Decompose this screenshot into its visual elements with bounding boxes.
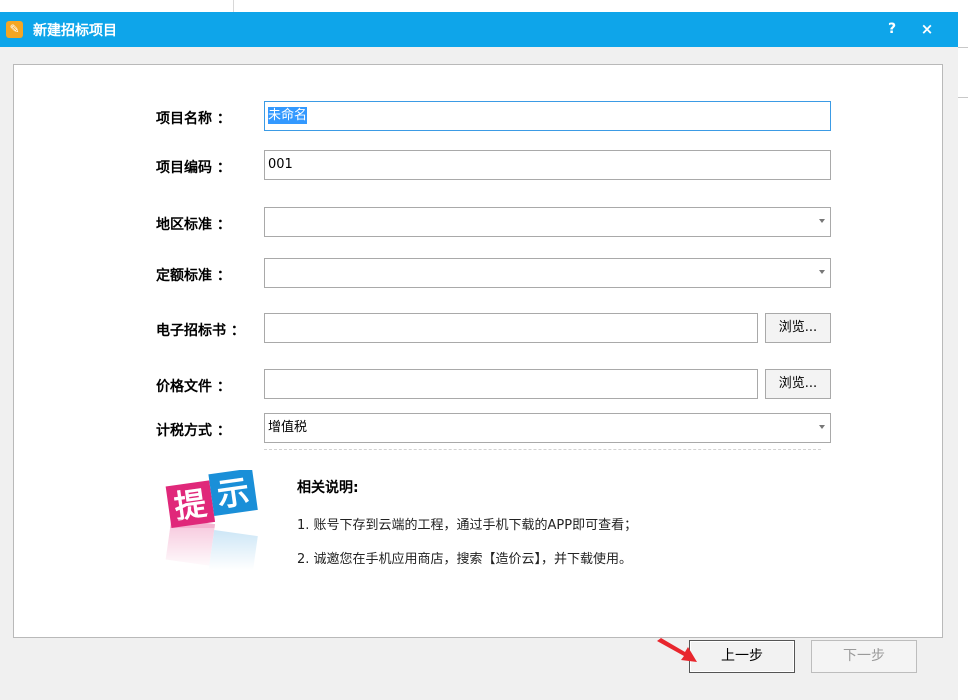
prev-step-button[interactable]: 上一步 (689, 640, 795, 673)
quota-standard-label: 定额标准 ： (156, 268, 231, 284)
quota-standard-select[interactable] (264, 258, 831, 288)
chevron-down-icon (819, 270, 825, 274)
project-name-label: 项目名称 ： (156, 111, 231, 127)
tender-doc-label: 电子招标书 ： (156, 323, 245, 339)
close-button[interactable]: × (917, 18, 937, 40)
dialog-title: 新建招标项目 (33, 23, 117, 39)
tax-method-label: 计税方式 ： (156, 423, 231, 439)
tip-image-text-2: 示 (215, 472, 252, 514)
section-divider (264, 449, 821, 450)
region-standard-label: 地区标准 ： (156, 217, 231, 233)
tender-doc-browse-button[interactable]: 浏览... (765, 313, 831, 343)
tax-method-select[interactable]: 增值税 (264, 413, 831, 443)
chevron-down-icon (819, 425, 825, 429)
project-code-label: 项目编码 ： (156, 160, 231, 176)
help-button[interactable]: ? (882, 18, 902, 40)
note-item: 2. 诚邀您在手机应用商店，搜索【造价云】，并下载使用。 (297, 552, 633, 567)
project-code-value: 001 (268, 157, 293, 172)
red-arrow-pointer-icon (657, 638, 697, 662)
price-file-input[interactable] (264, 369, 758, 399)
notes-title: 相关说明: (297, 480, 359, 496)
project-name-value: 未命名 (268, 107, 308, 124)
new-tender-project-dialog: ✎ 新建招标项目 ? × 项目名称 ： 未命名 项目编码 ： 001 地区标准 … (0, 12, 958, 700)
dialog-titlebar: ✎ 新建招标项目 ? × (0, 12, 958, 47)
price-file-label: 价格文件 ： (156, 379, 231, 395)
chevron-down-icon (819, 219, 825, 223)
project-name-input[interactable]: 未命名 (264, 101, 831, 131)
app-logo-icon: ✎ (6, 21, 23, 38)
note-item: 1. 账号下存到云端的工程，通过手机下载的APP即可查看； (297, 518, 638, 533)
background-window-edge (958, 12, 968, 700)
next-step-button[interactable]: 下一步 (811, 640, 917, 673)
form-panel: 项目名称 ： 未命名 项目编码 ： 001 地区标准 ： 定额标准 ： 电子招标… (13, 64, 943, 638)
tax-method-value: 增值税 (268, 420, 308, 435)
tip-image: 提 示 (164, 470, 262, 570)
background-window-strip (0, 0, 968, 12)
region-standard-select[interactable] (264, 207, 831, 237)
project-code-input[interactable]: 001 (264, 150, 831, 180)
price-file-browse-button[interactable]: 浏览... (765, 369, 831, 399)
tender-doc-input[interactable] (264, 313, 758, 343)
